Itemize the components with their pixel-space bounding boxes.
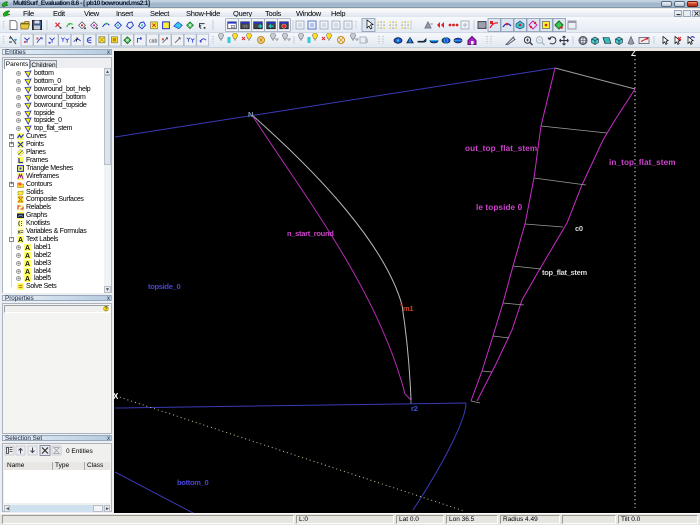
svg-text:A: A: [25, 245, 30, 251]
svg-text:?: ?: [105, 307, 108, 313]
svg-text:in_top_flat_stem: in_top_flat_stem: [609, 158, 676, 167]
svg-text:out_top_flat_stem: out_top_flat_stem: [465, 144, 537, 153]
svg-text:n_start_round: n_start_round: [287, 229, 334, 238]
svg-text:A: A: [25, 269, 30, 275]
svg-text:Z: Z: [631, 51, 636, 58]
svg-text:top_flat_stem: top_flat_stem: [542, 268, 587, 277]
svg-text:A: A: [18, 237, 23, 243]
svg-text:cab: cab: [149, 38, 157, 44]
svg-text:0 Entities: 0 Entities: [66, 448, 93, 455]
svg-text:A: A: [25, 253, 30, 259]
svg-text:A: A: [25, 261, 30, 267]
svg-text:bottom_0: bottom_0: [177, 478, 208, 487]
svg-text:c0: c0: [575, 224, 583, 233]
svg-text:r2: r2: [411, 404, 418, 413]
svg-text:A: A: [25, 276, 30, 282]
svg-text:topside_0: topside_0: [148, 282, 180, 291]
svg-text:le topside 0: le topside 0: [476, 203, 523, 212]
svg-text:m1: m1: [403, 304, 413, 313]
svg-text:9: 9: [365, 39, 369, 45]
svg-text:x=: x=: [18, 230, 24, 236]
svg-text:N: N: [248, 110, 253, 119]
